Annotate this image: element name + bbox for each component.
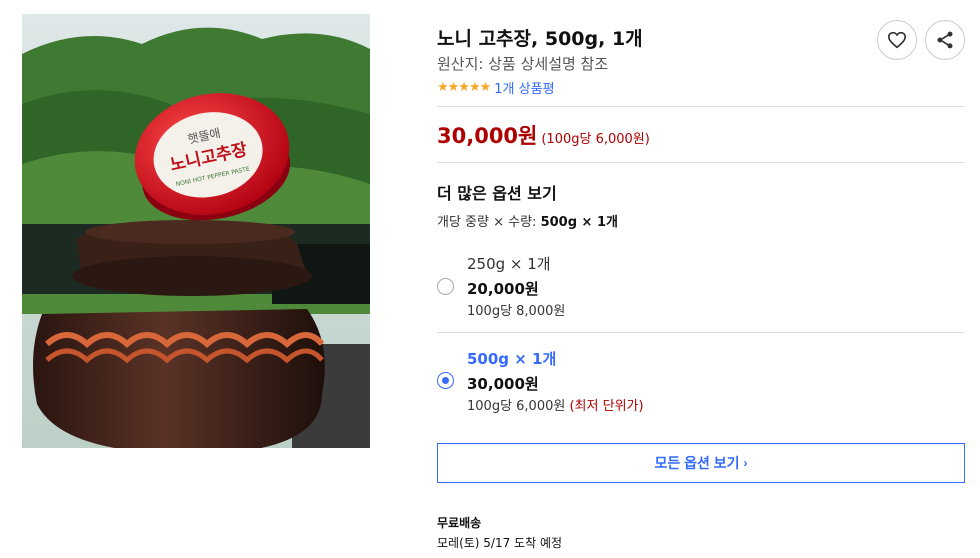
shipping-title: 무료배송 — [437, 516, 482, 530]
review-count-link[interactable]: 1개 상품평 — [494, 78, 554, 97]
option-price: 30,000원 — [467, 375, 539, 393]
option-unit-price: 100g당 8,000원 — [467, 300, 565, 319]
product-photo: 햇뜰애 노니고추장 NONI HOT PEPPER PASTE — [22, 14, 370, 448]
heart-icon — [887, 31, 906, 49]
view-all-options-button[interactable]: 모든 옵션 보기 › — [437, 443, 965, 483]
divider — [437, 332, 965, 333]
option-unit-text: 100g당 6,000원 — [467, 399, 566, 414]
quantity-summary: 개당 중량 × 수량: 500g × 1개 — [437, 211, 618, 230]
rating: ★★★★★ 1개 상품평 — [437, 78, 555, 97]
favorite-button[interactable] — [877, 20, 917, 60]
delivery-date: 모레(토) 5/17 도착 예정 — [437, 536, 563, 550]
option-name: 250g × 1개 — [467, 255, 551, 273]
unit-price: (100g당 6,000원) — [541, 132, 650, 147]
divider — [437, 106, 965, 107]
share-icon — [937, 31, 953, 49]
view-all-options-label: 모든 옵션 보기 — [654, 455, 740, 471]
chevron-right-icon: › — [743, 456, 748, 470]
share-button[interactable] — [925, 20, 965, 60]
price-row: 30,000원 (100g당 6,000원) — [437, 120, 650, 150]
option-unit-price: 100g당 6,000원 (최저 단위가) — [467, 395, 644, 414]
more-options-heading: 더 많은 옵션 보기 — [437, 184, 557, 203]
product-title: 노니 고추장, 500g, 1개 — [437, 28, 643, 50]
product-image[interactable]: 햇뜰애 노니고추장 NONI HOT PEPPER PASTE — [22, 14, 370, 448]
option-radio-selected[interactable] — [437, 372, 454, 389]
option-name: 500g × 1개 — [467, 350, 557, 368]
option-radio[interactable] — [437, 278, 454, 295]
sale-price: 30,000원 — [437, 124, 538, 148]
lowest-unit-badge: (최저 단위가) — [569, 399, 644, 414]
product-origin: 원산지: 상품 상세설명 참조 — [437, 55, 609, 73]
option-price: 20,000원 — [467, 280, 539, 298]
quantity-value: 500g × 1개 — [540, 215, 618, 230]
option-item-selected[interactable]: 500g × 1개 30,000원 100g당 6,000원 (최저 단위가) — [437, 348, 965, 442]
star-rating-icon: ★★★★★ — [437, 80, 491, 95]
option-unit-text: 100g당 8,000원 — [467, 304, 566, 319]
divider — [437, 162, 965, 163]
quantity-label: 개당 중량 × 수량: — [437, 215, 537, 230]
